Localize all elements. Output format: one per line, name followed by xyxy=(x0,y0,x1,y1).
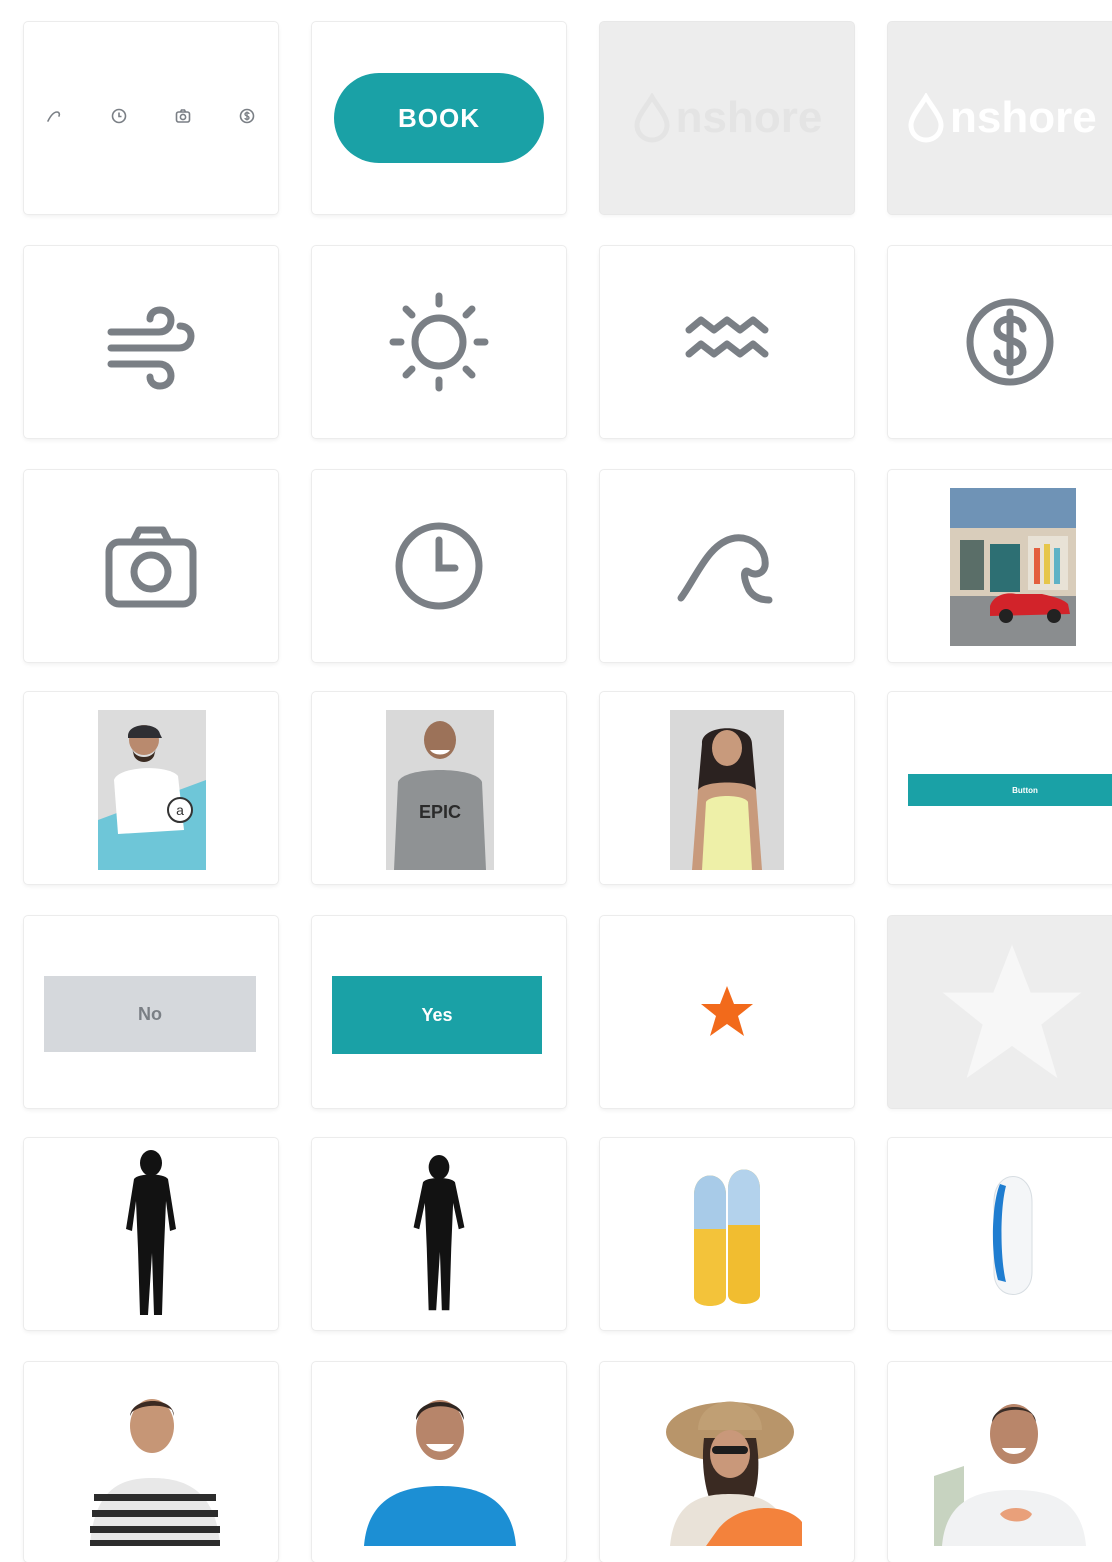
star-outline-icon xyxy=(942,944,1082,1078)
wetsuit-image xyxy=(413,1154,465,1311)
no-button[interactable]: No xyxy=(44,976,256,1052)
card-star-outline xyxy=(888,916,1112,1108)
water-icon xyxy=(685,316,769,358)
tshirt-text: EPIC xyxy=(419,802,461,822)
card-surfboard xyxy=(888,1138,1112,1330)
person-photo-2 xyxy=(360,1386,520,1546)
card-surfboards xyxy=(600,1138,854,1330)
surf-shop-photo xyxy=(950,488,1076,646)
sun-icon xyxy=(389,292,489,392)
instructor-photo-1: a xyxy=(98,710,206,870)
card-teal-bar: Button xyxy=(888,692,1112,884)
brand-logo-faded: nshore xyxy=(632,93,823,143)
card-person-4 xyxy=(888,1362,1112,1562)
card-wetsuit-1 xyxy=(24,1138,278,1330)
card-dollar-icon xyxy=(888,246,1112,438)
wetsuit-image xyxy=(126,1150,176,1315)
card-book-button: BOOK xyxy=(312,22,566,214)
logo-text: nshore xyxy=(950,93,1097,142)
dollar-circle-icon xyxy=(966,298,1054,386)
book-button[interactable]: BOOK xyxy=(334,73,544,163)
card-yes-button: Yes xyxy=(312,916,566,1108)
brand-logo-white: nshore xyxy=(906,93,1097,143)
card-surf-shop-photo xyxy=(888,470,1112,662)
card-wetsuit-2 xyxy=(312,1138,566,1330)
instructor-photo-3 xyxy=(670,710,784,870)
mini-icon-strip xyxy=(45,106,257,131)
card-wind-icon xyxy=(24,246,278,438)
wind-icon xyxy=(107,306,195,390)
wave-icon xyxy=(45,106,65,131)
card-water-icon xyxy=(600,246,854,438)
card-instructor-2: EPIC xyxy=(312,692,566,884)
drop-logo-icon xyxy=(634,93,670,143)
bar-button[interactable]: Button xyxy=(908,774,1112,806)
person-photo-4 xyxy=(934,1386,1094,1546)
card-star-icon xyxy=(600,916,854,1108)
card-instructor-3 xyxy=(600,692,854,884)
surfboard-image xyxy=(992,1176,1033,1295)
card-no-button: No xyxy=(24,916,278,1108)
wave-icon xyxy=(677,534,773,604)
camera-icon xyxy=(173,106,193,131)
card-person-3 xyxy=(600,1362,854,1562)
card-sun-icon xyxy=(312,246,566,438)
person-photo-1 xyxy=(80,1386,230,1546)
card-wave-icon xyxy=(600,470,854,662)
instructor-photo-2: EPIC xyxy=(386,710,494,870)
person-photo-3 xyxy=(656,1382,806,1546)
card-instructor-1: a xyxy=(24,692,278,884)
card-logo-faded: nshore xyxy=(600,22,854,214)
clock-icon xyxy=(395,522,483,610)
clock-icon xyxy=(109,106,129,131)
logo-text: nshore xyxy=(675,93,823,142)
card-logo-white: nshore xyxy=(888,22,1112,214)
drop-logo-icon xyxy=(908,93,944,143)
card-clock-icon xyxy=(312,470,566,662)
surfboards-image xyxy=(694,1169,760,1306)
card-camera-icon xyxy=(24,470,278,662)
card-mini-icons xyxy=(24,22,278,214)
yes-button[interactable]: Yes xyxy=(332,976,542,1054)
card-person-1 xyxy=(24,1362,278,1562)
star-icon xyxy=(701,986,753,1036)
svg-text:a: a xyxy=(176,802,184,818)
dollar-icon xyxy=(237,106,257,131)
camera-icon xyxy=(105,526,197,608)
card-person-2 xyxy=(312,1362,566,1562)
